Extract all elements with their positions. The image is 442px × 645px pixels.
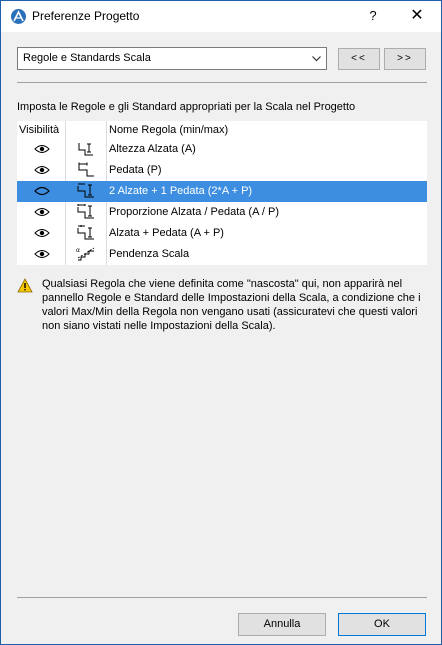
eye-icon[interactable] bbox=[34, 227, 50, 239]
previous-page-button[interactable]: << bbox=[338, 48, 380, 70]
rule-name: Pedata (P) bbox=[109, 164, 162, 176]
instruction-text: Imposta le Regole e gli Standard appropr… bbox=[17, 101, 356, 113]
table-row[interactable]: Pedata (P) bbox=[17, 160, 427, 181]
preferences-dialog: Preferenze Progetto ? ✕ Regole e Standar… bbox=[0, 0, 442, 645]
close-button[interactable]: ✕ bbox=[403, 5, 431, 27]
page-selector-dropdown[interactable]: Regole e Standards Scala bbox=[17, 47, 327, 70]
app-icon bbox=[11, 9, 26, 24]
rules-table: Visibilità Nome Regola (min/max) Altezza… bbox=[17, 121, 427, 265]
header-rule-name: Nome Regola (min/max) bbox=[109, 124, 229, 136]
svg-text:α: α bbox=[76, 247, 80, 254]
rule-name: Altezza Alzata (A) bbox=[109, 143, 196, 155]
eye-icon[interactable] bbox=[34, 206, 50, 218]
table-row[interactable]: Proporzione Alzata / Pedata (A / P) bbox=[17, 202, 427, 223]
rule-name: Proporzione Alzata / Pedata (A / P) bbox=[109, 206, 279, 218]
rule-name: Pendenza Scala bbox=[109, 248, 190, 260]
table-row[interactable]: α Pendenza Scala bbox=[17, 244, 427, 265]
separator bbox=[17, 597, 427, 598]
two-risers-one-tread-icon bbox=[77, 183, 94, 198]
riser-tread-ratio-icon bbox=[77, 204, 94, 219]
riser-height-icon bbox=[78, 143, 93, 156]
separator bbox=[17, 82, 427, 83]
next-page-button[interactable]: >> bbox=[384, 48, 426, 70]
tread-depth-icon bbox=[78, 162, 94, 177]
warning-text: Qualsiasi Regola che viene definita come… bbox=[42, 278, 421, 332]
page-selector-value: Regole e Standards Scala bbox=[23, 52, 151, 64]
table-row[interactable]: Altezza Alzata (A) bbox=[17, 139, 427, 160]
header-visibility: Visibilità bbox=[19, 124, 60, 136]
warning-icon bbox=[17, 278, 33, 293]
eye-icon[interactable] bbox=[34, 164, 50, 176]
window-title: Preferenze Progetto bbox=[32, 9, 140, 23]
table-row-selected[interactable]: 2 Alzate + 1 Pedata (2*A + P) bbox=[17, 181, 427, 202]
rule-name: 2 Alzate + 1 Pedata (2*A + P) bbox=[109, 185, 253, 197]
riser-plus-tread-icon bbox=[77, 225, 94, 240]
hidden-eye-icon[interactable] bbox=[34, 185, 50, 197]
eye-icon[interactable] bbox=[34, 248, 50, 260]
title-bar: Preferenze Progetto ? ✕ bbox=[1, 1, 441, 32]
cancel-button[interactable]: Annulla bbox=[238, 613, 326, 636]
chevron-down-icon bbox=[312, 56, 321, 62]
rule-name: Alzata + Pedata (A + P) bbox=[109, 227, 224, 239]
stair-slope-icon: α bbox=[76, 247, 95, 261]
eye-icon[interactable] bbox=[34, 143, 50, 155]
help-button[interactable]: ? bbox=[361, 5, 385, 27]
ok-button[interactable]: OK bbox=[338, 613, 426, 636]
table-row[interactable]: Alzata + Pedata (A + P) bbox=[17, 223, 427, 244]
